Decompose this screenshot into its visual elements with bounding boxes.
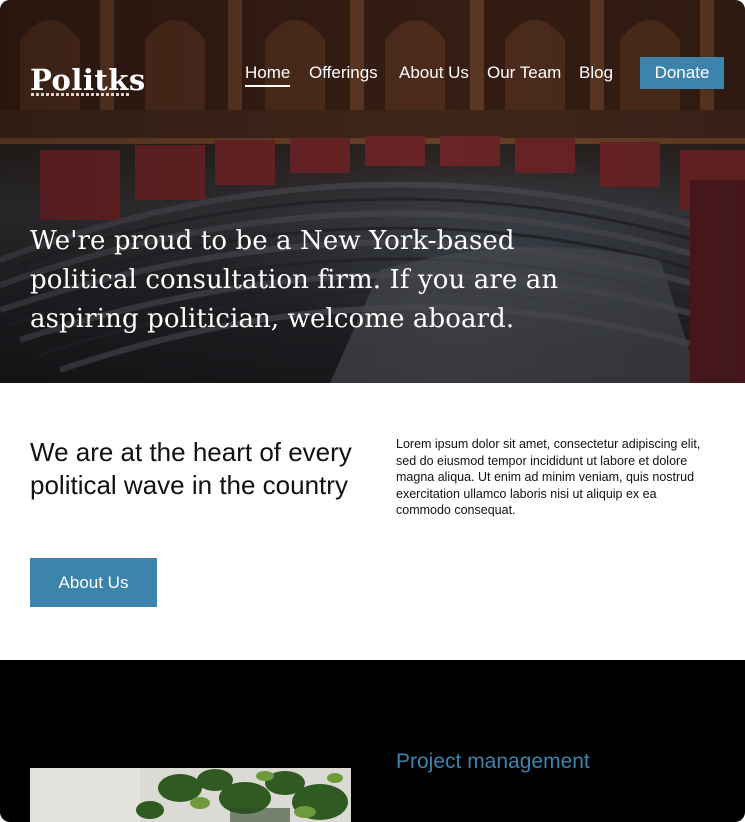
logo-tagline-line [31, 93, 129, 96]
nav-blog[interactable]: Blog [579, 63, 613, 83]
logo[interactable]: Politks [30, 63, 146, 97]
nav-our-team[interactable]: Our Team [487, 63, 561, 83]
donate-button[interactable]: Donate [640, 57, 724, 89]
intro-heading: We are at the heart of every political w… [30, 437, 352, 500]
page: Politks Home Offerings About Us Our Team… [0, 0, 745, 822]
hero-headline: We're proud to be a New York-based polit… [30, 226, 559, 334]
about-us-button[interactable]: About Us [30, 558, 157, 607]
nav-home[interactable]: Home [245, 63, 291, 87]
plant-wall-photo [30, 768, 351, 822]
hero-section: Politks Home Offerings About Us Our Team… [0, 0, 745, 383]
intro-body: Lorem ipsum dolor sit amet, consectetur … [396, 437, 701, 517]
project-management-title[interactable]: Project management [396, 750, 590, 774]
nav-about-us[interactable]: About Us [399, 63, 469, 83]
nav-offerings[interactable]: Offerings [309, 63, 378, 83]
